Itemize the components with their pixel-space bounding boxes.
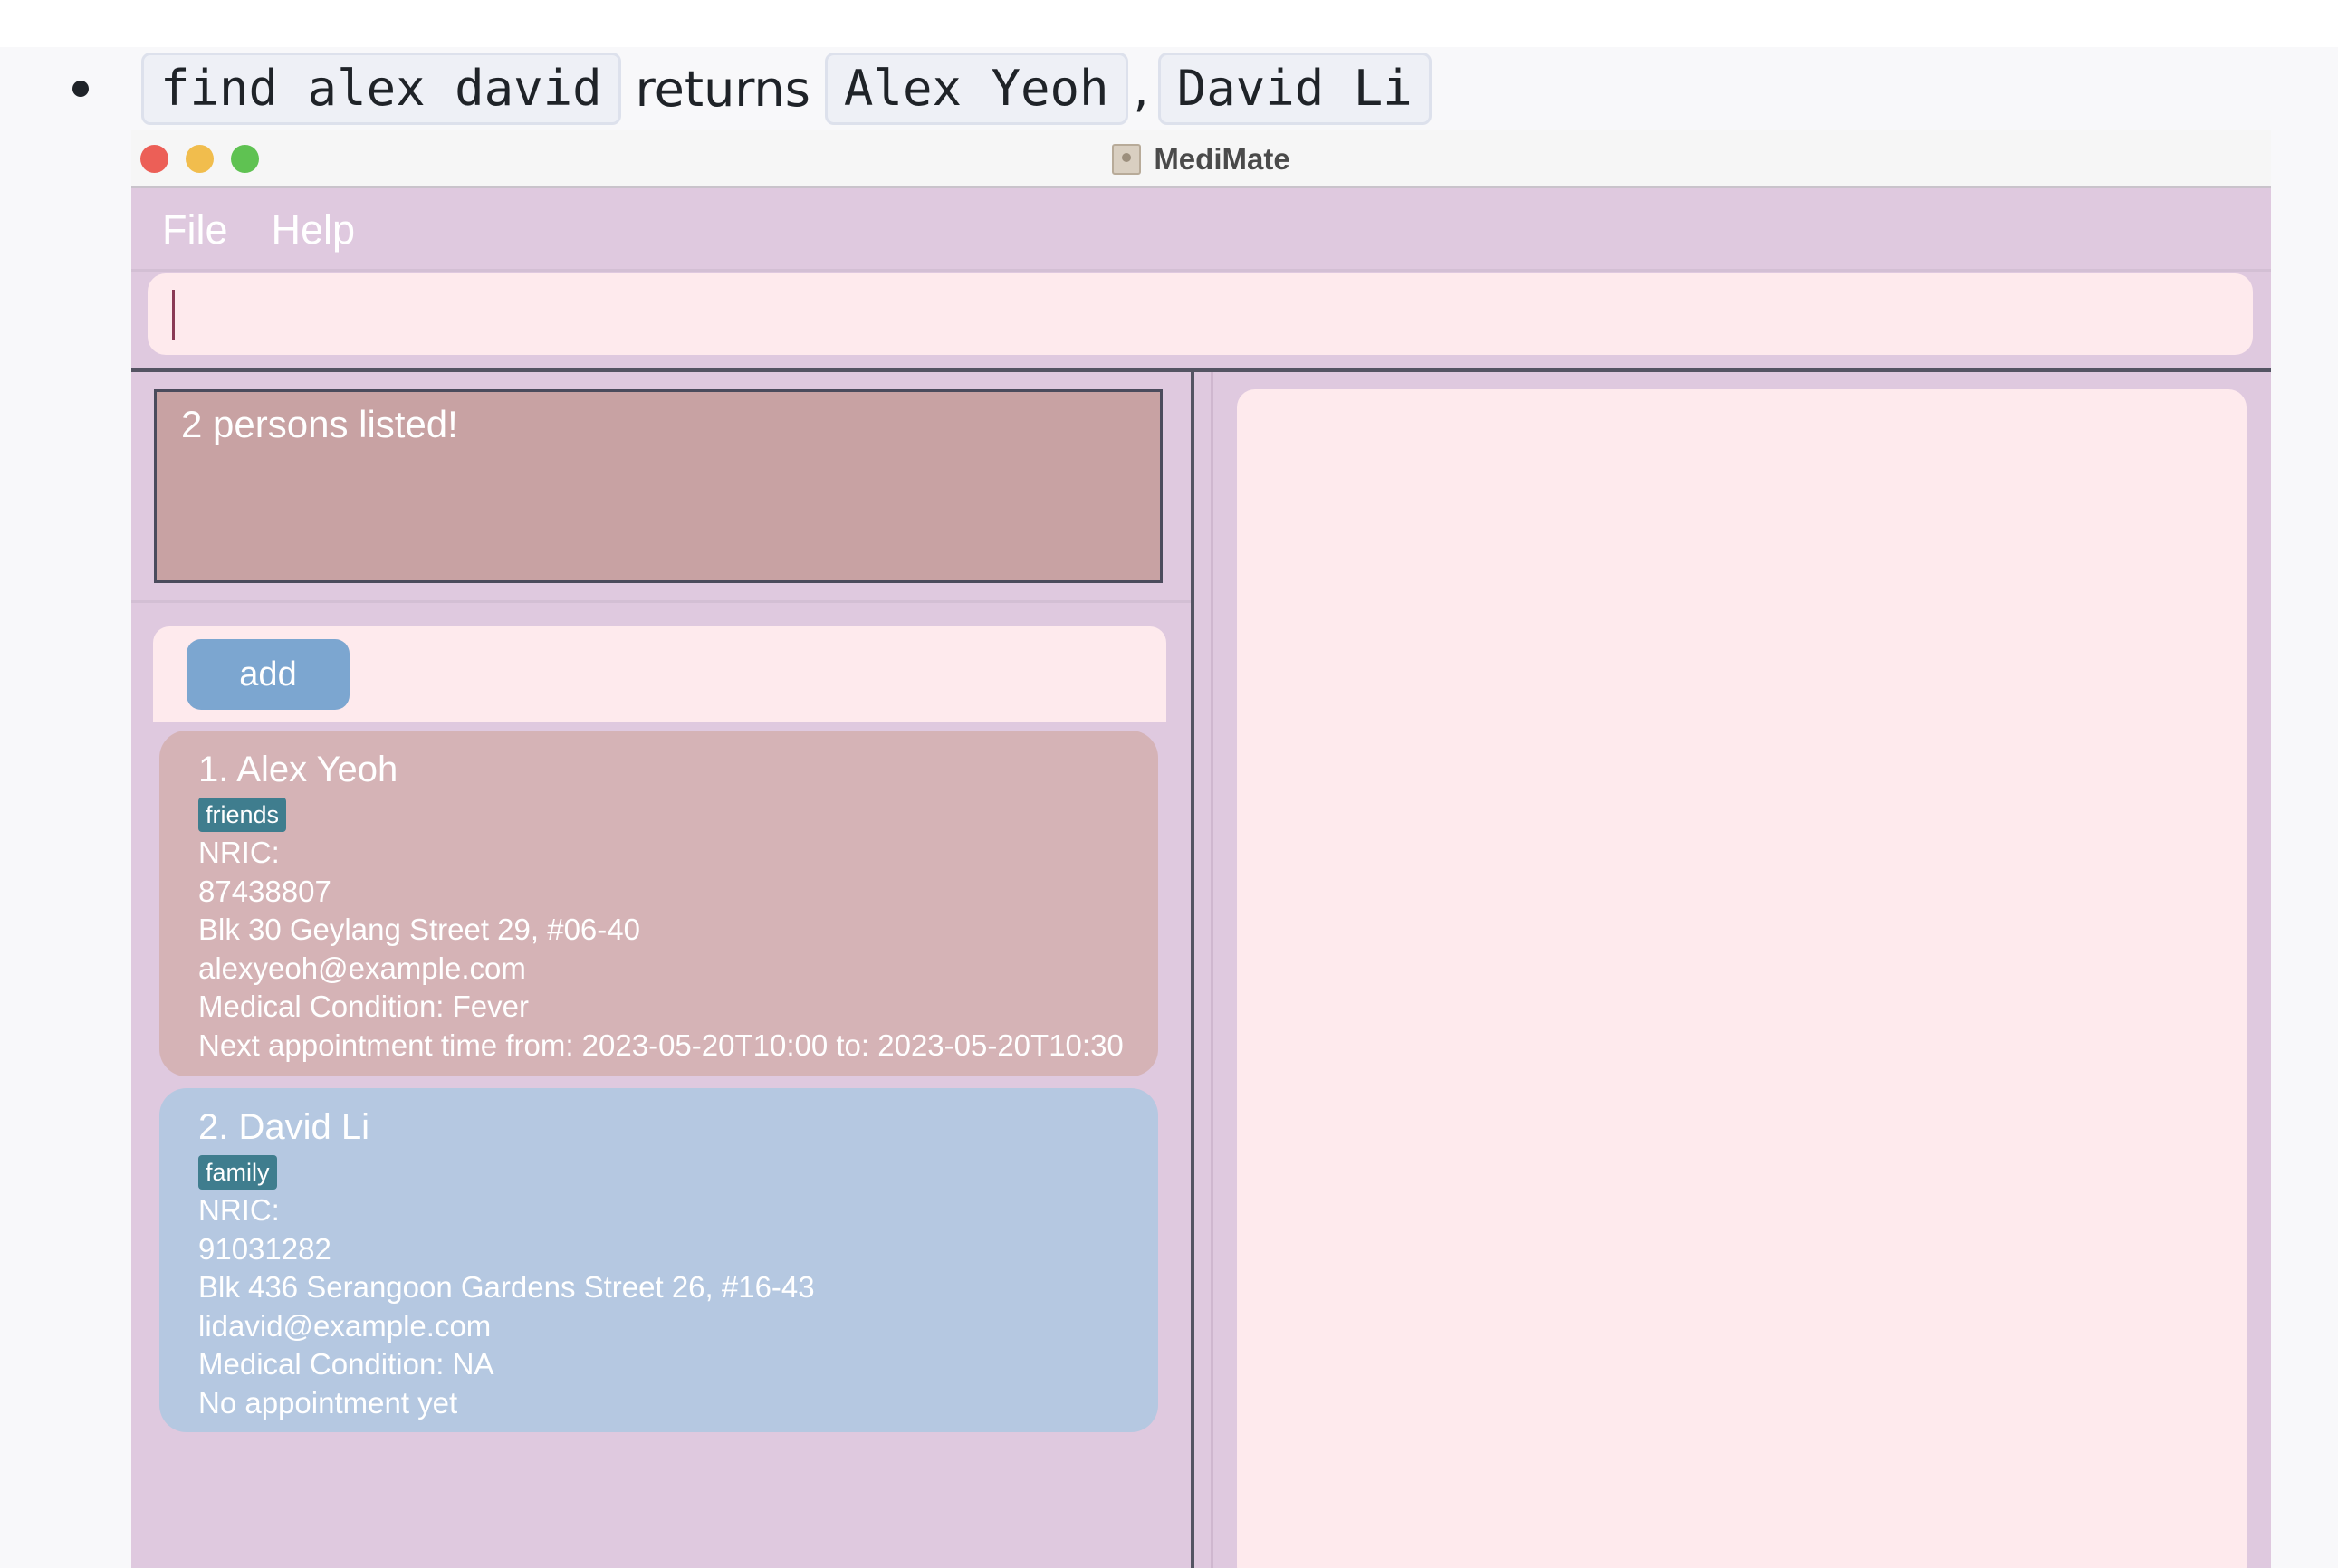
result-code-1: Alex Yeoh bbox=[824, 53, 1128, 125]
result-display: 2 persons listed! bbox=[154, 389, 1163, 583]
person-nric: NRIC: bbox=[198, 836, 280, 869]
person-tag: family bbox=[198, 1155, 277, 1190]
person-medical-condition: Medical Condition: NA bbox=[198, 1347, 494, 1381]
result-code-2: David Li bbox=[1157, 53, 1432, 125]
person-phone: 87438807 bbox=[198, 874, 331, 908]
person-medical-condition: Medical Condition: Fever bbox=[198, 990, 529, 1023]
person-email: alexyeoh@example.com bbox=[198, 951, 526, 985]
menu-bar: File Help bbox=[131, 190, 2271, 272]
window-title: MediMate bbox=[1154, 142, 1290, 176]
add-button[interactable]: add bbox=[187, 639, 350, 710]
command-code: find alex david bbox=[141, 53, 621, 125]
app-window: MediMate File Help 2 persons listed! add… bbox=[131, 130, 2271, 1568]
menu-file[interactable]: File bbox=[162, 206, 228, 253]
result-message: 2 persons listed! bbox=[181, 403, 458, 445]
window-title-group: MediMate bbox=[131, 130, 2271, 188]
person-name: 2. David Li bbox=[198, 1107, 369, 1147]
bullet-point bbox=[72, 81, 89, 97]
person-address: Blk 436 Serangoon Gardens Street 26, #16… bbox=[198, 1270, 815, 1304]
person-phone: 91031282 bbox=[198, 1231, 331, 1266]
doc-example-line: find alex david returns Alex Yeoh , Davi… bbox=[72, 53, 1432, 125]
title-bar: MediMate bbox=[131, 130, 2271, 188]
returns-text: returns bbox=[635, 60, 810, 118]
person-nric: NRIC: bbox=[198, 1193, 280, 1227]
person-appointment: Next appointment time from: 2023-05-20T1… bbox=[198, 1028, 1124, 1062]
person-card[interactable]: 2. David Li family NRIC: 91031282 Blk 43… bbox=[159, 1088, 1158, 1432]
app-icon bbox=[1112, 144, 1142, 175]
split-pane-divider[interactable] bbox=[1191, 372, 1194, 1568]
person-appointment: No appointment yet bbox=[198, 1385, 458, 1420]
detail-panel bbox=[1237, 389, 2247, 1568]
pane-border bbox=[1211, 372, 1213, 1568]
person-name: 1. Alex Yeoh bbox=[198, 750, 398, 789]
text-caret bbox=[172, 290, 175, 340]
left-separator bbox=[131, 600, 1191, 603]
command-input[interactable] bbox=[148, 273, 2253, 355]
person-address: Blk 30 Geylang Street 29, #06-40 bbox=[198, 913, 640, 946]
person-card[interactable]: 1. Alex Yeoh friends NRIC: 87438807 Blk … bbox=[159, 731, 1158, 1076]
person-tag: friends bbox=[198, 798, 287, 832]
separator-text: , bbox=[1133, 60, 1149, 118]
menu-help[interactable]: Help bbox=[272, 206, 356, 253]
horizontal-divider bbox=[131, 368, 2271, 372]
person-email: lidavid@example.com bbox=[198, 1308, 492, 1343]
